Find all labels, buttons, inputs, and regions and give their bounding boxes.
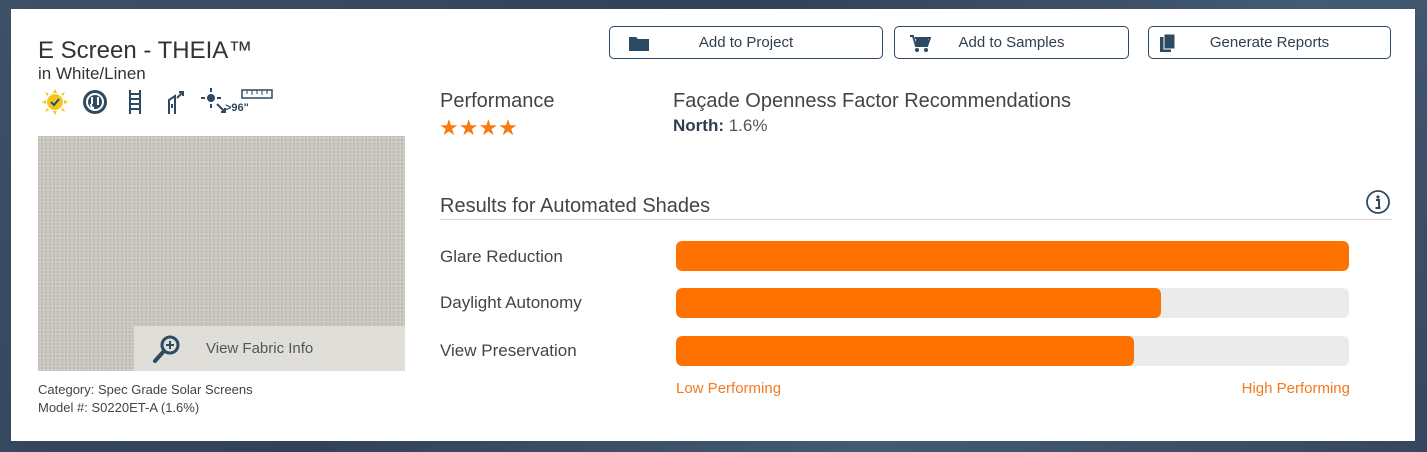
generate-reports-button[interactable]: Generate Reports xyxy=(1148,26,1391,59)
add-to-samples-button[interactable]: Add to Samples xyxy=(894,26,1129,59)
category-label: Category: xyxy=(38,382,95,397)
results-divider xyxy=(440,219,1392,220)
add-to-project-label: Add to Project xyxy=(698,34,794,51)
ul-certification-icon xyxy=(81,88,109,116)
metric-fill xyxy=(676,241,1349,271)
model-line: Model #: S0220ET-A (1.6%) xyxy=(38,400,199,415)
category-value: Spec Grade Solar Screens xyxy=(98,382,253,397)
category-line: Category: Spec Grade Solar Screens xyxy=(38,382,253,397)
width-badge: >96" xyxy=(225,102,249,114)
performance-label: Performance xyxy=(440,90,555,112)
facade-value: 1.6% xyxy=(728,116,768,135)
product-card: E Screen - THEIA™ in White/Linen >96" Vi… xyxy=(11,9,1415,441)
view-fabric-info-button[interactable]: View Fabric Info xyxy=(134,326,405,371)
folder-icon xyxy=(629,37,649,51)
product-title: E Screen - THEIA™ xyxy=(38,37,253,64)
view-fabric-info-label: View Fabric Info xyxy=(206,340,314,357)
sun-certified-icon xyxy=(41,88,69,116)
performance-rating-stars: ★★★★ xyxy=(439,115,518,140)
metric-label-view-preservation: View Preservation xyxy=(440,341,577,360)
model-label: Model #: xyxy=(38,400,88,415)
cart-icon xyxy=(910,35,931,52)
facade-recommendation: North: 1.6% xyxy=(673,116,767,136)
metric-bar-glare-reduction xyxy=(676,241,1349,271)
antimicrobial-icon xyxy=(161,88,189,116)
high-performing-label: High Performing xyxy=(1241,380,1350,397)
fabric-swatch-image: View Fabric Info xyxy=(38,136,405,371)
metric-label-glare-reduction: Glare Reduction xyxy=(440,247,563,266)
product-color: in White/Linen xyxy=(38,64,146,83)
model-value: S0220ET-A (1.6%) xyxy=(91,400,200,415)
facade-recommendations-title: Façade Openness Factor Recommendations xyxy=(673,90,1071,112)
metric-bar-view-preservation xyxy=(676,336,1349,366)
zoom-in-icon xyxy=(153,335,180,363)
info-icon[interactable] xyxy=(1366,190,1390,214)
metric-fill xyxy=(676,288,1161,318)
ladder-chain-icon xyxy=(121,88,149,116)
metric-fill xyxy=(676,336,1134,366)
metric-label-daylight-autonomy: Daylight Autonomy xyxy=(440,293,582,312)
metric-bar-daylight-autonomy xyxy=(676,288,1349,318)
low-performing-label: Low Performing xyxy=(676,380,782,397)
results-title: Results for Automated Shades xyxy=(440,195,711,217)
generate-reports-label: Generate Reports xyxy=(1209,34,1330,51)
add-to-project-button[interactable]: Add to Project xyxy=(609,26,883,59)
documents-icon xyxy=(1160,33,1176,52)
add-to-samples-label: Add to Samples xyxy=(958,34,1065,51)
facade-direction: North: xyxy=(673,116,724,135)
